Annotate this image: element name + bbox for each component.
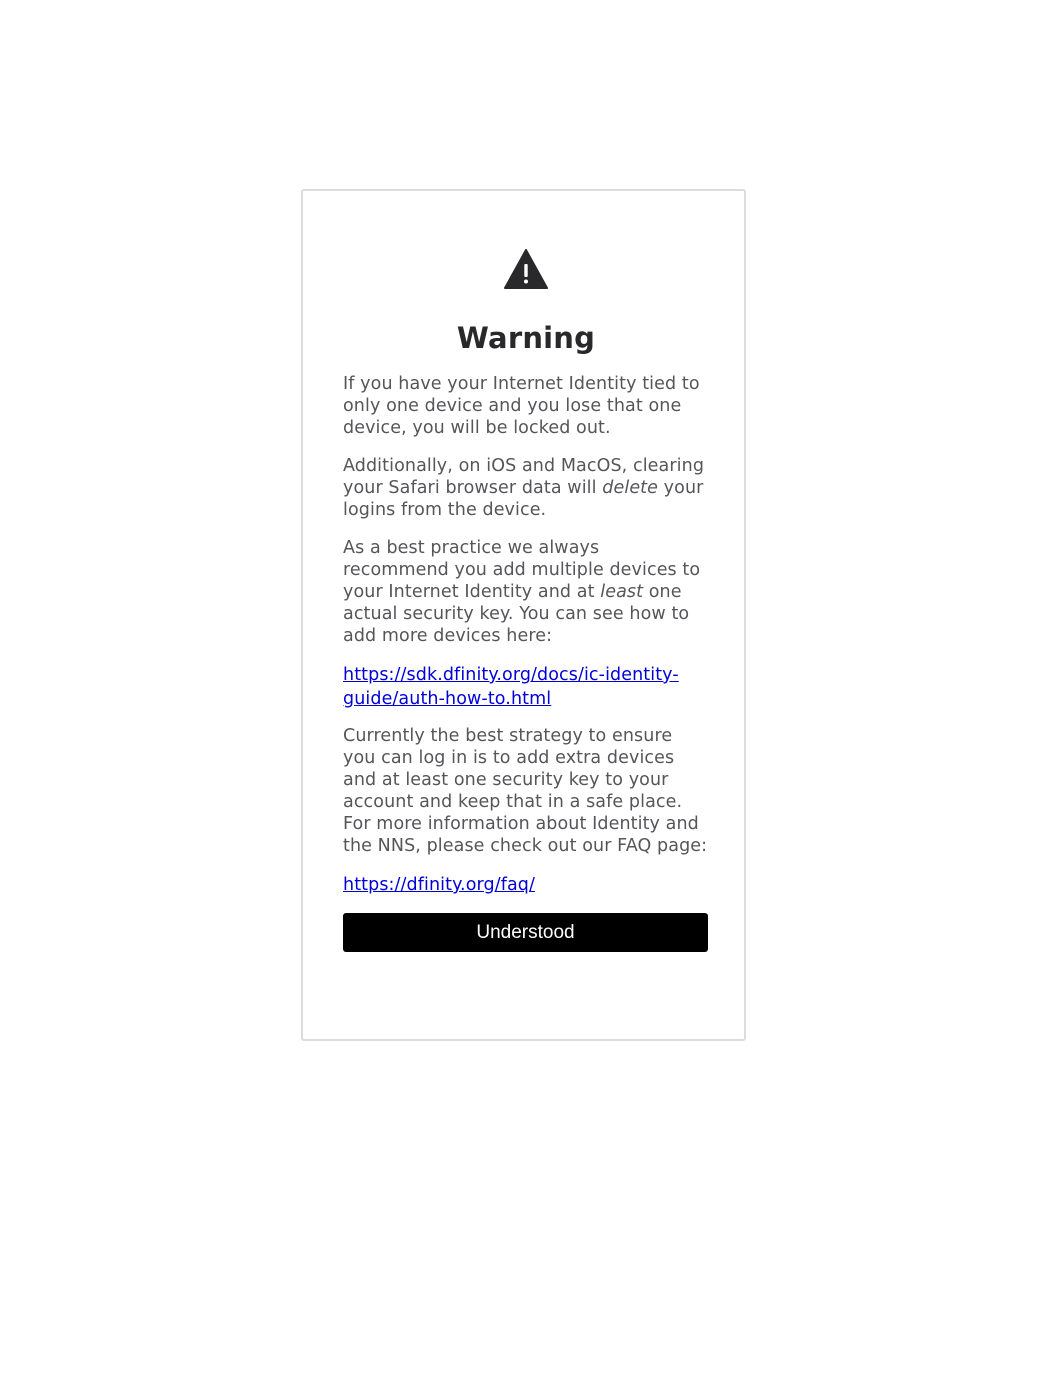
icon-container	[343, 249, 709, 293]
faq-link[interactable]: https://dfinity.org/faq/	[343, 873, 709, 897]
paragraph-strategy: Currently the best strategy to ensure yo…	[343, 726, 708, 856]
understood-button[interactable]: Understood	[343, 913, 708, 952]
warning-triangle-icon	[504, 249, 548, 289]
paragraph-single-device: If you have your Internet Identity tied …	[343, 374, 700, 438]
paragraph-best-practice: As a best practice we always recommend y…	[343, 537, 709, 647]
auth-guide-link[interactable]: https://sdk.dfinity.org/docs/ic-identity…	[343, 663, 709, 711]
dialog-title: Warning	[456, 321, 596, 355]
p2-emphasis: delete	[602, 478, 659, 498]
warning-dialog: Warning If you have your Internet Identi…	[301, 189, 746, 1041]
paragraph-safari-warning: Additionally, on iOS and MacOS, clearing…	[343, 455, 709, 521]
p3-emphasis: least	[600, 582, 644, 602]
dialog-content: Warning If you have your Internet Identi…	[343, 249, 709, 952]
